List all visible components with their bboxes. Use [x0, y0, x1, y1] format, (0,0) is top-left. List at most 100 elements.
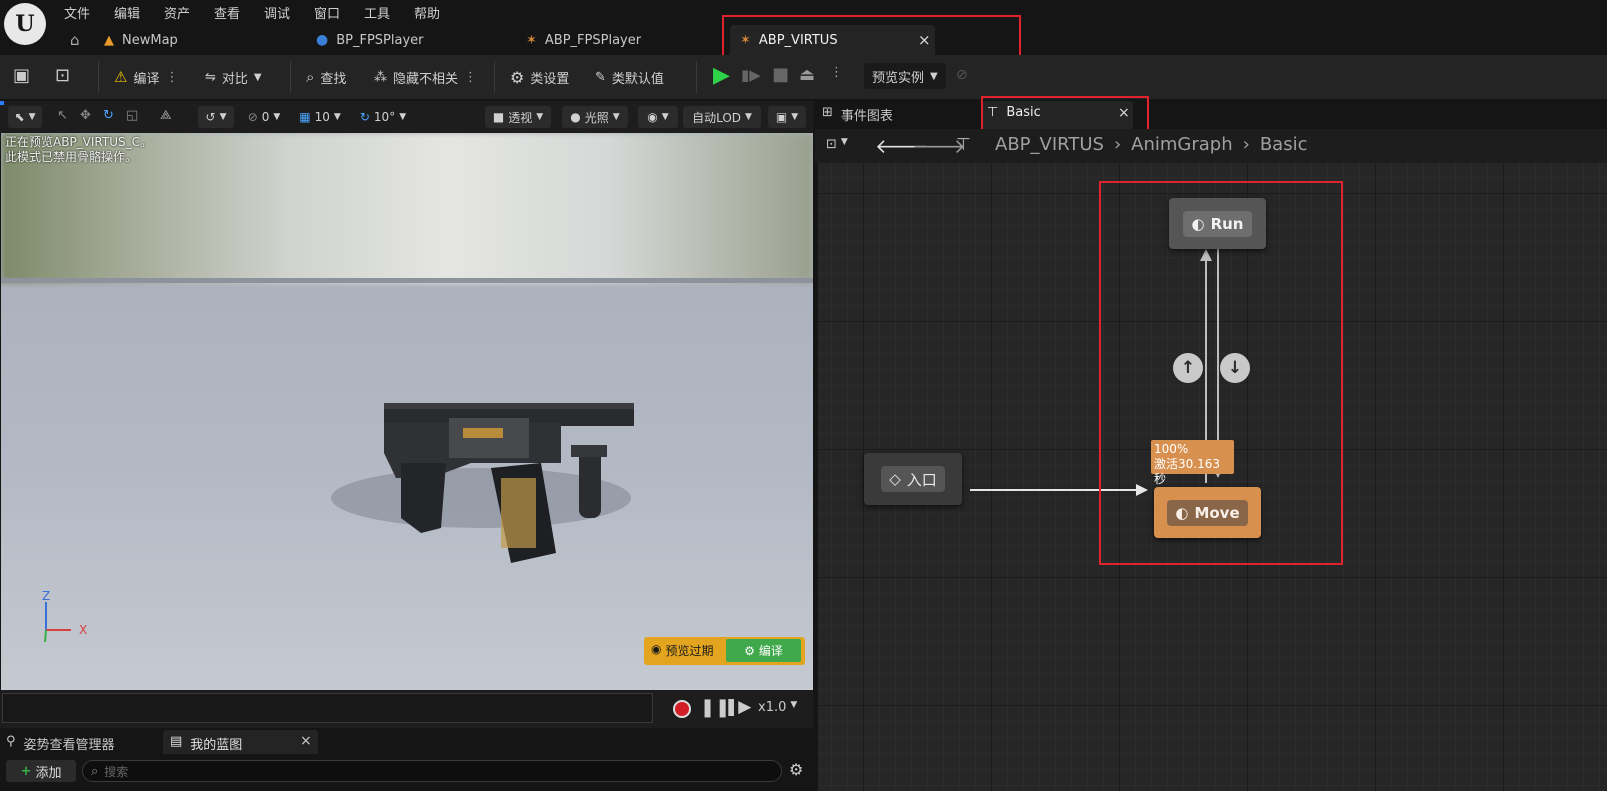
select-icon[interactable]: ↖: [57, 108, 68, 123]
weapon-model: [331, 403, 634, 563]
save-icon[interactable]: ▣: [13, 65, 30, 86]
hide-unrelated-label: 隐藏不相关: [393, 71, 459, 87]
grid-value: 10: [314, 110, 330, 124]
tab-event-graph[interactable]: ⊞ 事件图表: [822, 105, 893, 124]
speed-label: x1.0: [758, 700, 787, 715]
tab-pose-manager[interactable]: ⚲ 姿势查看管理器: [6, 734, 115, 753]
menu-assets[interactable]: 资产: [164, 3, 190, 22]
snap-off-icon: ⊘: [247, 110, 258, 124]
focus-corner: [0, 101, 4, 105]
play-icon[interactable]: ▶: [713, 63, 730, 88]
class-defaults-button[interactable]: ✎ 类默认值: [595, 65, 664, 89]
browse-icon[interactable]: ⊡: [55, 65, 70, 86]
perspective-button[interactable]: ■ 透视 ▼: [485, 106, 551, 128]
lod-button[interactable]: 自动LOD ▼: [683, 106, 761, 128]
divider: [290, 61, 291, 93]
lighting-button[interactable]: ● 光照 ▼: [562, 106, 628, 128]
hide-unrelated-button[interactable]: ⁂ 隐藏不相关 ⋮: [374, 65, 477, 89]
layout-icon: ▣: [775, 110, 788, 124]
menu-window[interactable]: 窗口: [314, 3, 340, 22]
preview-viewport[interactable]: 正在预览ABP_VIRTUS_C。 此模式已禁用骨骼操作。 Z X ◉ 预览过期 …: [1, 133, 813, 690]
hide-unrelated-icon: ⁂: [374, 69, 387, 85]
bookmark-button[interactable]: ⊡ ▼: [826, 137, 848, 152]
menu-view[interactable]: 查看: [214, 3, 240, 22]
tab-abp-fpsplayer[interactable]: ✶ ABP_FPSPlayer: [526, 29, 641, 51]
home-icon[interactable]: ⌂: [70, 31, 80, 49]
eject-icon[interactable]: ⏏: [799, 65, 815, 85]
compile-warning-icon: ⚠: [114, 68, 128, 86]
playback-speed-dropdown[interactable]: x1.0 ▼: [758, 700, 797, 715]
scale-icon[interactable]: ◱: [126, 108, 138, 123]
diff-icon: ⇋: [205, 69, 216, 85]
preview-instance-dropdown[interactable]: 预览实例 ▼: [864, 63, 946, 89]
bookmark-icon: ⊡: [826, 137, 837, 152]
entry-node-header: ◇ 入口: [881, 466, 945, 492]
chevron-down-icon: ▼: [930, 70, 938, 82]
tab-label: 事件图表: [840, 109, 893, 124]
perspective-label: 透视: [508, 110, 533, 125]
record-icon[interactable]: [673, 700, 691, 718]
stop-icon[interactable]: ■: [772, 64, 789, 85]
move-icon[interactable]: ✥: [80, 108, 91, 123]
viewport-notice: 正在预览ABP_VIRTUS_C。 此模式已禁用骨骼操作。: [5, 135, 152, 165]
close-icon[interactable]: ×: [300, 733, 312, 749]
snap-icon: ↺: [205, 110, 216, 124]
more-icon[interactable]: ⋮: [464, 70, 477, 85]
step-forward-icon[interactable]: ❚▶: [724, 697, 751, 717]
compile-button[interactable]: ⚠ 编译 ⋮: [114, 65, 178, 89]
debug-filter-icon[interactable]: ⊘: [956, 67, 968, 83]
blueprint-icon: ●: [316, 32, 329, 48]
viewport-compile-button[interactable]: ⚙ 编译: [726, 639, 801, 662]
notice-line-2: 此模式已禁用骨骼操作。: [5, 150, 138, 164]
find-label: 查找: [320, 71, 347, 87]
notice-line-1: 正在预览ABP_VIRTUS_C。: [5, 135, 153, 149]
viewport-layout-button[interactable]: ▣ ▼: [768, 106, 806, 128]
tab-newmap[interactable]: ▲ NewMap: [104, 29, 178, 51]
tab-label: BP_FPSPlayer: [336, 32, 424, 48]
breadcrumb-item[interactable]: Basic: [1260, 134, 1308, 155]
grid-snap-button[interactable]: ▦ 10 ▼: [294, 106, 346, 128]
rotate-icon[interactable]: ↻: [103, 108, 114, 123]
divider: [494, 61, 495, 93]
menu-file[interactable]: 文件: [64, 3, 90, 22]
menu-help[interactable]: 帮助: [414, 3, 440, 22]
gear-icon[interactable]: ⚙: [789, 760, 803, 779]
more-icon[interactable]: ⋮: [165, 70, 178, 85]
menu-edit[interactable]: 编辑: [114, 3, 140, 22]
tab-label: ABP_FPSPlayer: [544, 32, 642, 48]
unreal-logo[interactable]: U: [4, 3, 46, 45]
gear-icon: ⚙: [510, 67, 525, 87]
snap-rotation-button[interactable]: ⊘ 0 ▼: [244, 106, 284, 128]
compile-label: 编译: [133, 71, 160, 87]
viewport-options-button[interactable]: ⬉ ▼: [8, 106, 42, 128]
diff-button[interactable]: ⇋ 对比 ▼: [205, 65, 262, 89]
step-icon[interactable]: ▮▶: [741, 66, 761, 84]
breadcrumb-item[interactable]: AnimGraph: [1131, 134, 1232, 155]
timeline-track[interactable]: [2, 693, 653, 723]
anim-blueprint-icon: ✶: [526, 32, 537, 48]
chevron-down-icon: ▼: [536, 112, 544, 122]
snap-surface-button[interactable]: ↺ ▼: [198, 106, 234, 128]
tab-bp-fpsplayer[interactable]: ● BP_FPSPlayer: [316, 29, 424, 51]
class-settings-label: 类设置: [530, 71, 570, 87]
angle-icon: ↻: [359, 110, 370, 124]
toolbar: ▣ ⊡ ⚠ 编译 ⋮ ⇋ 对比 ▼ ⌕ 查找 ⁂ 隐藏不相关 ⋮ ⚙ 类设置 ✎…: [0, 55, 1607, 99]
chevron-down-icon: ▼: [333, 112, 341, 122]
coordinate-icon[interactable]: ⟁: [160, 108, 172, 123]
edit-icon: ✎: [595, 69, 606, 85]
pose-icon: ⚲: [6, 734, 16, 749]
gear-icon: ⚙: [744, 643, 755, 658]
find-button[interactable]: ⌕ 查找: [306, 65, 346, 89]
breadcrumb-item[interactable]: ABP_VIRTUS: [995, 134, 1104, 155]
chevron-down-icon: ▼: [28, 112, 36, 122]
angle-snap-button[interactable]: ↻ 10° ▼: [354, 106, 412, 128]
entry-node[interactable]: ◇ 入口: [864, 453, 962, 505]
more-icon[interactable]: ⋮: [830, 65, 843, 80]
class-settings-button[interactable]: ⚙ 类设置: [510, 65, 569, 89]
add-button[interactable]: + 添加: [6, 760, 76, 782]
chevron-down-icon: ▼: [745, 112, 752, 122]
search-field[interactable]: ⌕ 搜索: [82, 760, 782, 782]
show-flags-button[interactable]: ◉ ▼: [638, 106, 678, 128]
menu-debug[interactable]: 调试: [264, 3, 290, 22]
menu-tools[interactable]: 工具: [364, 3, 390, 22]
